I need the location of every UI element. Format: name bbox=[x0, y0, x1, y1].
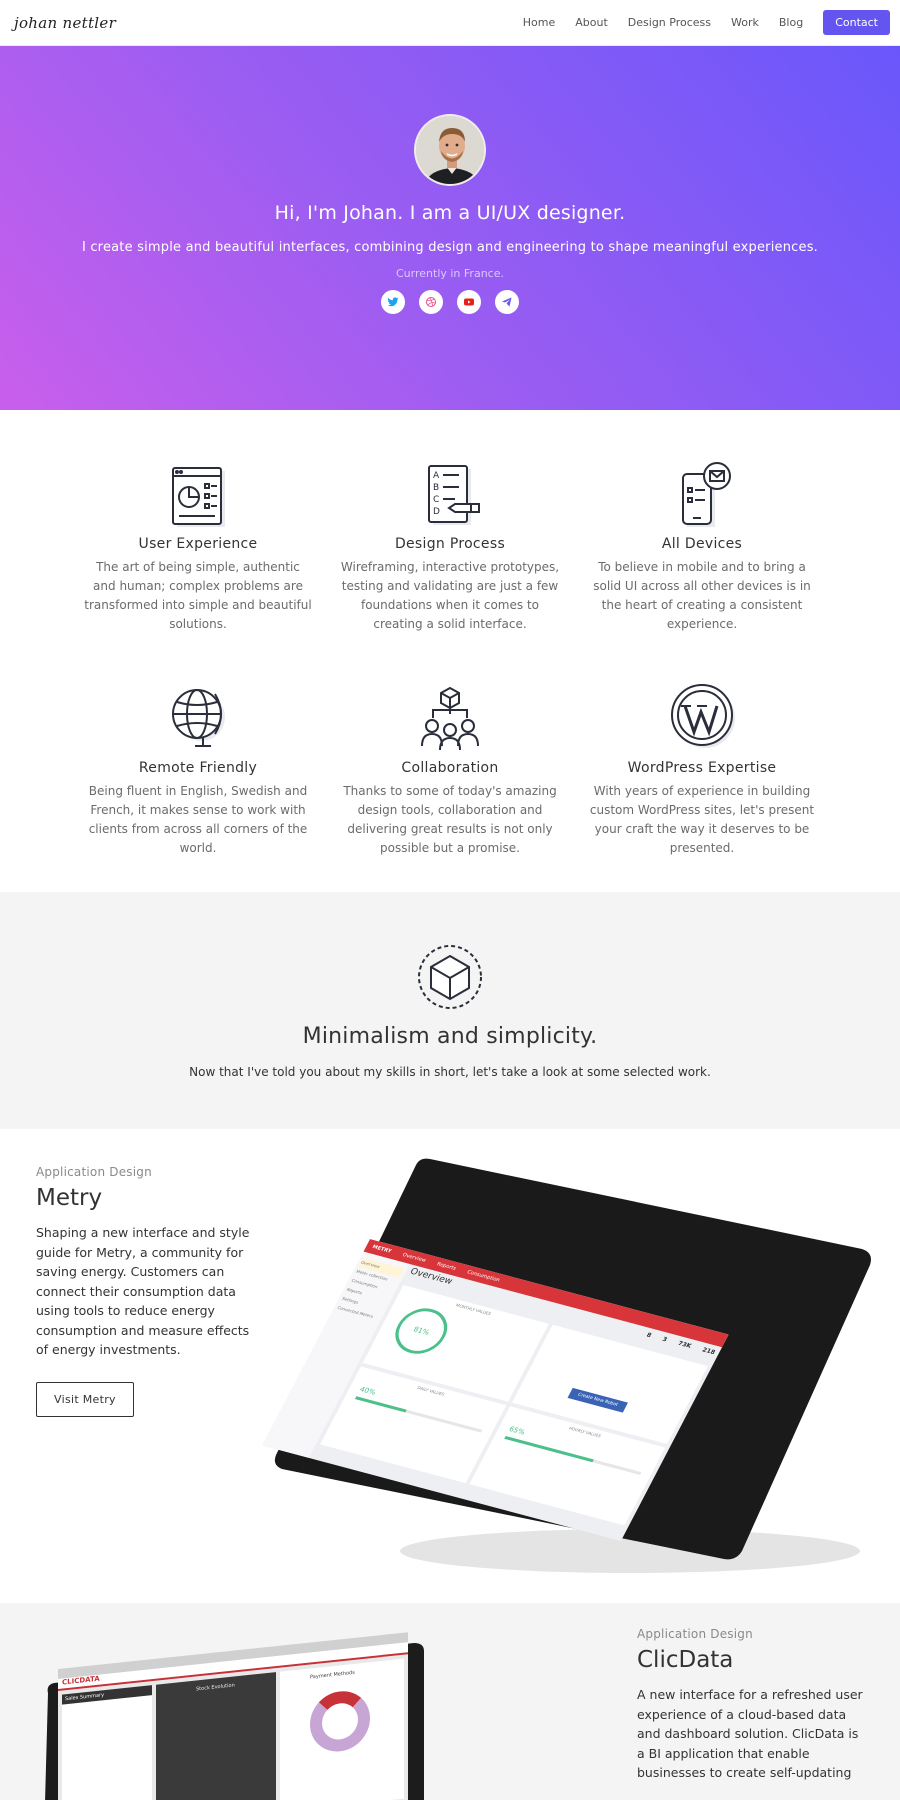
avatar bbox=[414, 114, 486, 186]
metry-stat: 218 bbox=[700, 1346, 717, 1357]
metry-stat: 3 bbox=[660, 1335, 669, 1344]
team-icon bbox=[415, 684, 485, 754]
metry-create-robot-button[interactable]: Create New Robot bbox=[567, 1387, 628, 1413]
globe-icon bbox=[163, 684, 233, 754]
dribbble-icon[interactable] bbox=[419, 290, 443, 314]
minimalism-section: Minimalism and simplicity. Now that I've… bbox=[0, 892, 900, 1129]
feature-wordpress: WordPress Expertise With years of experi… bbox=[576, 684, 828, 858]
metry-tab[interactable]: Reports bbox=[436, 1261, 457, 1271]
feature-text: The art of being simple, authentic and h… bbox=[84, 560, 312, 631]
feature-collaboration: Collaboration Thanks to some of today's … bbox=[324, 684, 576, 858]
nav-about-link[interactable]: About bbox=[575, 16, 608, 29]
feature-title: All Devices bbox=[661, 536, 743, 552]
svg-text:A: A bbox=[433, 471, 440, 481]
svg-text:C: C bbox=[433, 495, 439, 505]
metry-tab[interactable]: Consumption bbox=[466, 1269, 501, 1283]
hero-section: Hi, I'm Johan. I am a UI/UX designer. I … bbox=[0, 46, 900, 410]
checklist-pencil-icon: A B C D bbox=[415, 460, 485, 530]
cube-icon bbox=[415, 942, 485, 1012]
svg-text:B: B bbox=[433, 483, 439, 493]
skills-section: User Experience The art of being simple,… bbox=[0, 410, 900, 892]
metry-donut: 81% bbox=[386, 1303, 456, 1359]
project-category: Application Design bbox=[36, 1165, 152, 1179]
metry-brand: METRY bbox=[371, 1244, 393, 1255]
youtube-icon[interactable] bbox=[457, 290, 481, 314]
project-description: Shaping a new interface and style guide … bbox=[36, 1225, 250, 1357]
nav-home-link[interactable]: Home bbox=[523, 16, 555, 29]
contact-button[interactable]: Contact bbox=[823, 10, 890, 35]
project-title: ClicData bbox=[637, 1647, 734, 1673]
nav-blog-link[interactable]: Blog bbox=[779, 16, 803, 29]
svg-text:D: D bbox=[433, 507, 440, 517]
clicdata-laptop-mockup: CLICDATA Sales Summary Stock Evolution P… bbox=[36, 1632, 426, 1800]
telegram-icon[interactable] bbox=[495, 290, 519, 314]
feature-text: Being fluent in English, Swedish and Fre… bbox=[88, 784, 308, 855]
wordpress-icon bbox=[667, 684, 737, 754]
hero-location: Currently in France. bbox=[396, 267, 504, 280]
visit-metry-button[interactable]: Visit Metry bbox=[36, 1381, 134, 1417]
feature-text: To believe in mobile and to bring a soli… bbox=[593, 560, 811, 631]
nav-work-link[interactable]: Work bbox=[731, 16, 759, 29]
project-category: Application Design bbox=[637, 1627, 753, 1641]
feature-design-process: A B C D Design Process Wireframing, inte… bbox=[324, 460, 576, 634]
feature-remote-friendly: Remote Friendly Being fluent in English,… bbox=[72, 684, 324, 858]
project-description: A new interface for a refreshed user exp… bbox=[637, 1687, 863, 1780]
hero-title: Hi, I'm Johan. I am a UI/UX designer. bbox=[274, 202, 626, 224]
twitter-icon[interactable] bbox=[381, 290, 405, 314]
feature-text: With years of experience in building cus… bbox=[589, 784, 815, 855]
project-clicdata: CLICDATA Sales Summary Stock Evolution P… bbox=[0, 1603, 900, 1800]
mobile-mail-icon bbox=[667, 460, 737, 530]
metry-stat: 73K bbox=[676, 1340, 693, 1350]
feature-all-devices: All Devices To believe in mobile and to … bbox=[576, 460, 828, 634]
feature-title: User Experience bbox=[138, 536, 258, 552]
minimalism-text: Now that I've told you about my skills i… bbox=[189, 1065, 711, 1079]
feature-title: Collaboration bbox=[401, 760, 499, 776]
main-menu: Home About Design Process Work Blog Cont… bbox=[503, 10, 890, 35]
feature-title: WordPress Expertise bbox=[627, 760, 777, 776]
feature-text: Wireframing, interactive prototypes, tes… bbox=[340, 560, 560, 631]
feature-text: Thanks to some of today's amazing design… bbox=[343, 784, 557, 855]
feature-title: Design Process bbox=[394, 536, 506, 552]
top-navbar: johan nettler Home About Design Process … bbox=[0, 0, 900, 46]
project-title: Metry bbox=[36, 1185, 103, 1211]
nav-design-process-link[interactable]: Design Process bbox=[628, 16, 711, 29]
hero-lead: I create simple and beautiful interfaces… bbox=[81, 240, 819, 255]
minimalism-title: Minimalism and simplicity. bbox=[302, 1024, 598, 1049]
browser-chart-icon bbox=[163, 460, 233, 530]
metry-tablet-mockup: METRY Overview Reports Consumption Overv… bbox=[262, 1151, 890, 1591]
clicdata-donut bbox=[310, 1688, 370, 1755]
social-links bbox=[0, 290, 900, 314]
metry-stat: 8 bbox=[645, 1331, 653, 1340]
site-logo[interactable]: johan nettler bbox=[14, 14, 116, 32]
project-metry: Application Design Metry Shaping a new i… bbox=[0, 1129, 900, 1603]
feature-title: Remote Friendly bbox=[138, 760, 258, 776]
feature-user-experience: User Experience The art of being simple,… bbox=[72, 460, 324, 634]
